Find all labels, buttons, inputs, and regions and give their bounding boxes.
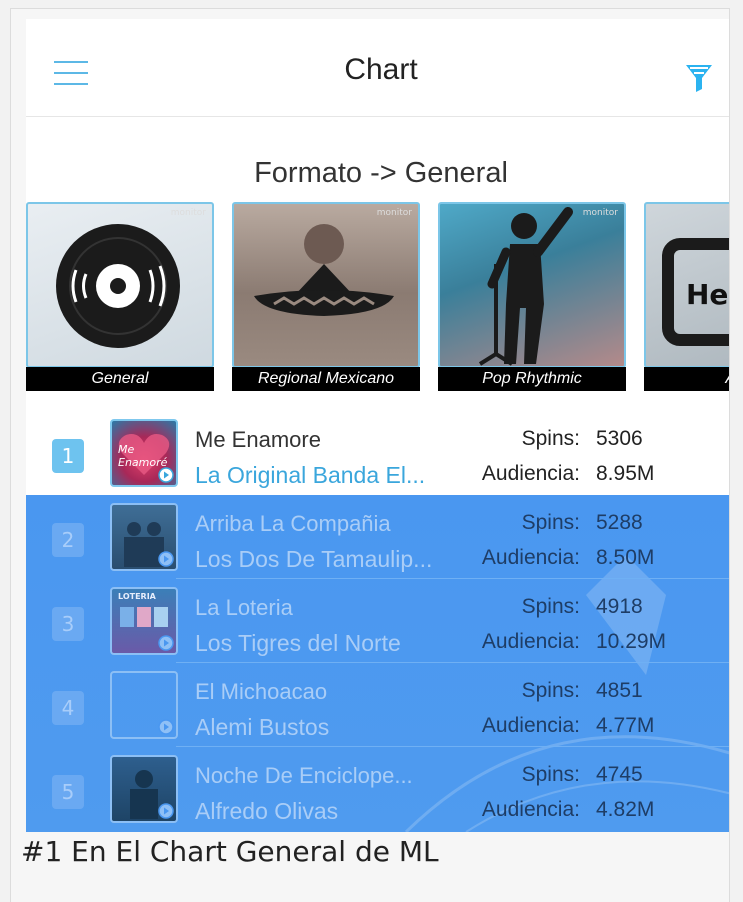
spins-value: 4745 bbox=[596, 763, 643, 786]
play-badge-icon[interactable] bbox=[158, 635, 174, 651]
song-title: Noche De Enciclope... bbox=[195, 763, 413, 788]
play-badge-icon[interactable] bbox=[158, 467, 174, 483]
genre-label: General bbox=[26, 367, 214, 391]
chart-row-3[interactable]: 3 LOTERIA La Loteria Los Tigres del Nort… bbox=[26, 579, 729, 663]
phone-screen: Chart Formato -> General monitor General… bbox=[26, 19, 729, 832]
genre-card-pop-rhythmic[interactable]: monitor Pop Rhythmic bbox=[438, 202, 626, 394]
audience-value: 8.95M bbox=[596, 462, 655, 485]
genre-card-regional-mexicano[interactable]: monitor Regional Mexicano bbox=[232, 202, 420, 394]
audience-value: 4.77M bbox=[596, 714, 655, 737]
app-frame: Chart Formato -> General monitor General… bbox=[10, 8, 730, 902]
album-cover[interactable]: LOTERIA bbox=[110, 587, 178, 655]
genre-image-tag: monitor bbox=[170, 208, 206, 218]
song-title: El Michoacao bbox=[195, 679, 328, 704]
vinyl-record-icon bbox=[56, 224, 180, 348]
genre-image: monitor bbox=[232, 202, 420, 368]
format-heading: Formato -> General bbox=[254, 157, 508, 189]
spins-value: 5306 bbox=[596, 427, 643, 450]
chart-row-2[interactable]: 2 Arriba La Compañia Los Dos De Tamaulip… bbox=[26, 495, 729, 579]
album-cover[interactable] bbox=[110, 755, 178, 823]
cover-text: LOTERIA bbox=[118, 592, 156, 601]
album-cover[interactable] bbox=[110, 503, 178, 571]
chart-row-4[interactable]: 4 El Michoacao Alemi Bustos Spins: 4851 … bbox=[26, 663, 729, 747]
album-cover-placeholder[interactable] bbox=[110, 671, 178, 739]
song-title: Me Enamore bbox=[195, 427, 321, 452]
song-title: Arriba La Compañia bbox=[195, 511, 391, 536]
funnel-filter-icon[interactable] bbox=[684, 62, 714, 94]
app-header: Chart bbox=[26, 19, 729, 117]
genre-card-partial[interactable]: He A bbox=[644, 202, 729, 394]
audience-label: Audiencia: bbox=[481, 546, 580, 569]
rank-badge: 1 bbox=[52, 439, 84, 473]
audience-label: Audiencia: bbox=[481, 798, 580, 821]
rank-badge: 2 bbox=[52, 523, 84, 557]
audience-label: Audiencia: bbox=[481, 630, 580, 653]
audience-value: 8.50M bbox=[596, 546, 655, 569]
genre-label: Regional Mexicano bbox=[232, 367, 420, 391]
sombrero-icon bbox=[254, 224, 394, 316]
spins-label: Spins: bbox=[521, 511, 580, 534]
image-caption: #1 En El Chart General de ML bbox=[21, 835, 439, 868]
genre-label: Pop Rhythmic bbox=[438, 367, 626, 391]
audience-label: Audiencia: bbox=[481, 462, 580, 485]
spins-label: Spins: bbox=[521, 679, 580, 702]
rank-badge: 3 bbox=[52, 607, 84, 641]
audience-value: 4.82M bbox=[596, 798, 655, 821]
highlight-overlay: 2 Arriba La Compañia Los Dos De Tamaulip… bbox=[26, 495, 729, 832]
artist-name[interactable]: Alfredo Olivas bbox=[195, 798, 470, 825]
genre-image-tag: monitor bbox=[582, 208, 618, 218]
cover-text: Me Enamoré bbox=[118, 443, 168, 469]
chart-row-1[interactable]: 1 Me Enamoré Me Enamore La Original Band… bbox=[26, 411, 729, 495]
artist-name[interactable]: La Original Banda El... bbox=[195, 462, 470, 489]
spins-value: 5288 bbox=[596, 511, 643, 534]
genre-image: monitor bbox=[26, 202, 214, 368]
artist-name[interactable]: Los Tigres del Norte bbox=[195, 630, 470, 657]
genre-card-general[interactable]: monitor General bbox=[26, 202, 214, 394]
genre-carousel[interactable]: monitor General monitor Regional Mexican… bbox=[26, 202, 729, 398]
rank-badge: 4 bbox=[52, 691, 84, 725]
spins-value: 4918 bbox=[596, 595, 643, 618]
genre-image: He bbox=[644, 202, 729, 368]
chart-row-5[interactable]: 5 Noche De Enciclope... Alfredo Olivas S… bbox=[26, 747, 729, 831]
spins-label: Spins: bbox=[521, 427, 580, 450]
genre-image-tag: monitor bbox=[376, 208, 412, 218]
artist-name[interactable]: Los Dos De Tamaulip... bbox=[195, 546, 470, 573]
page-title: Chart bbox=[344, 53, 418, 86]
spins-value: 4851 bbox=[596, 679, 643, 702]
audience-value: 10.29M bbox=[596, 630, 667, 653]
play-badge-icon[interactable] bbox=[158, 803, 174, 819]
song-title: La Loteria bbox=[195, 595, 293, 620]
play-badge-icon[interactable] bbox=[158, 719, 174, 735]
artist-name[interactable]: Alemi Bustos bbox=[195, 714, 470, 741]
rank-badge: 5 bbox=[52, 775, 84, 809]
genre-image: monitor bbox=[438, 202, 626, 368]
spins-label: Spins: bbox=[521, 595, 580, 618]
genre-image-tag: He bbox=[686, 278, 729, 311]
singer-microphone-icon bbox=[478, 207, 573, 366]
spins-label: Spins: bbox=[521, 763, 580, 786]
album-cover[interactable]: Me Enamoré bbox=[110, 419, 178, 487]
play-badge-icon[interactable] bbox=[158, 551, 174, 567]
genre-label: A bbox=[644, 367, 729, 391]
audience-label: Audiencia: bbox=[481, 714, 580, 737]
